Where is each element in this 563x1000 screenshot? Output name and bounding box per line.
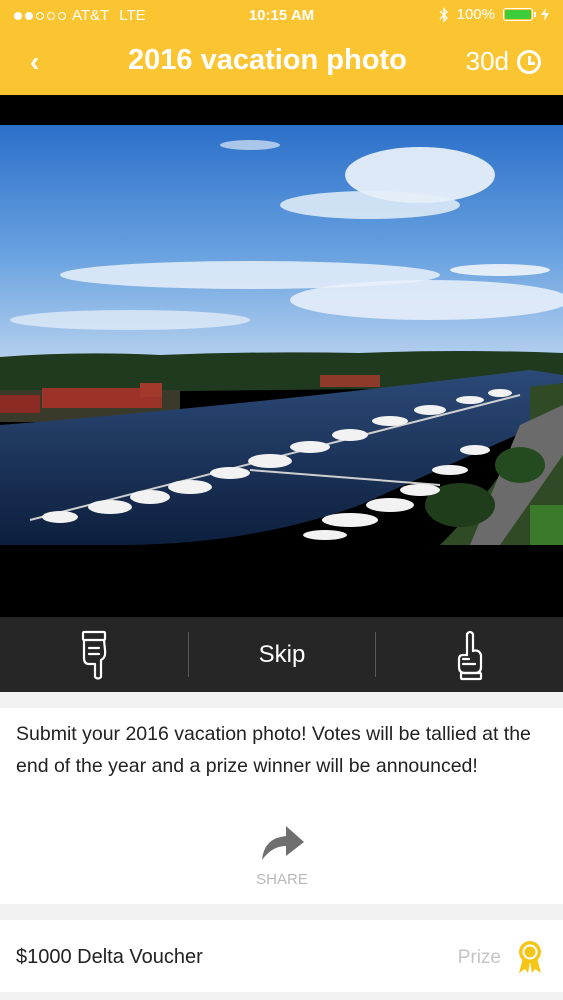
back-button[interactable]: ‹ — [30, 46, 39, 78]
marina-photo-illustration — [0, 125, 563, 545]
downvote-button[interactable] — [0, 617, 188, 692]
clock-icon — [517, 49, 541, 74]
header-bar: AT&T LTE 10:15 AM 100% ‹ 2016 vacation p… — [0, 0, 563, 95]
photo-viewer — [0, 95, 563, 617]
vote-action-bar: Skip — [0, 617, 563, 692]
pointing-up-hand-icon — [457, 630, 482, 680]
award-ribbon-icon — [519, 941, 541, 973]
time-remaining: 30d — [466, 46, 541, 77]
battery-icon — [503, 8, 536, 21]
vacation-photo[interactable] — [0, 125, 563, 545]
skip-button[interactable]: Skip — [189, 617, 375, 692]
post-description: Submit your 2016 vacation photo! Votes w… — [16, 723, 531, 777]
status-bar: AT&T LTE 10:15 AM 100% — [0, 0, 563, 30]
prize-row: $1000 Delta Voucher Prize — [0, 920, 563, 992]
page-title: 2016 vacation photo — [128, 44, 407, 76]
charging-bolt-icon — [541, 8, 549, 21]
share-arrow-icon — [262, 826, 304, 860]
thumbs-down-hand-icon — [81, 630, 107, 680]
time-remaining-text: 30d — [465, 46, 509, 76]
post-details-card: Submit your 2016 vacation photo! Votes w… — [0, 708, 563, 904]
bluetooth-icon — [439, 6, 448, 23]
upvote-button[interactable] — [376, 617, 563, 692]
prize-label: Prize — [457, 947, 501, 968]
share-label: SHARE — [256, 871, 308, 888]
share-button[interactable]: SHARE — [247, 820, 317, 888]
battery-percent: 100% — [456, 6, 495, 23]
prize-name: $1000 Delta Voucher — [16, 946, 203, 968]
